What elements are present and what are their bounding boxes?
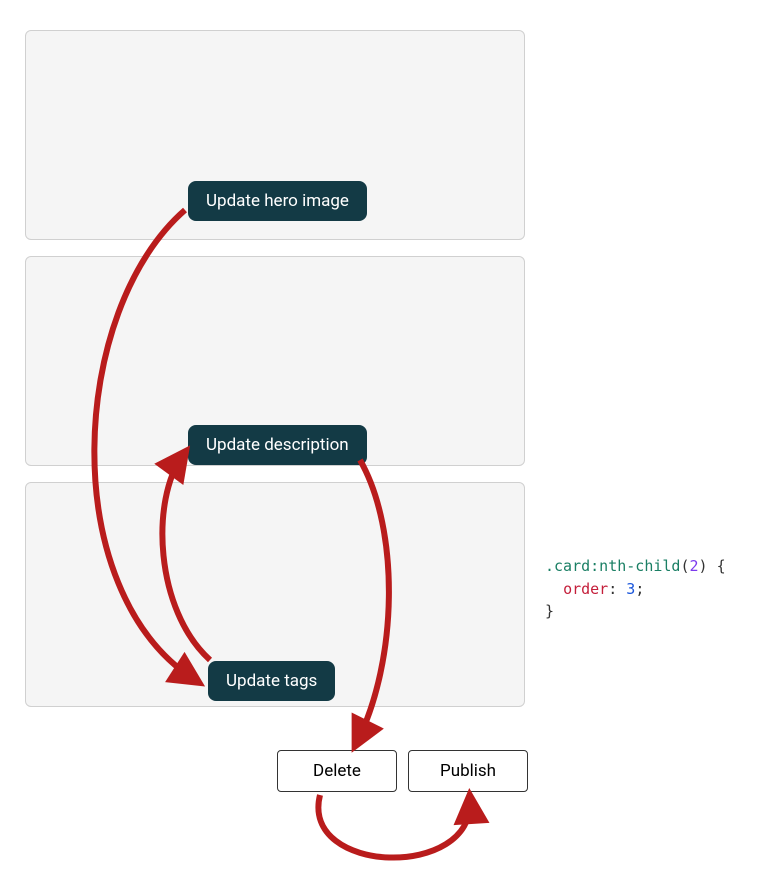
- code-selector-class: .card: [545, 557, 590, 575]
- card-label-hero-image: Update hero image: [188, 181, 367, 221]
- arrow-delete-to-publish: [318, 795, 470, 858]
- publish-button-label: Publish: [440, 761, 496, 781]
- code-semicolon: ;: [635, 580, 644, 598]
- css-code-snippet: .card:nth-child(2) { order: 3; }: [545, 555, 726, 623]
- code-colon: :: [608, 580, 617, 598]
- publish-button[interactable]: Publish: [408, 750, 528, 792]
- card-label-description: Update description: [188, 425, 367, 465]
- code-paren-open: (: [680, 557, 689, 575]
- card-label-tags: Update tags: [208, 661, 335, 701]
- code-paren-close: ): [699, 557, 708, 575]
- code-brace-open: {: [717, 557, 726, 575]
- code-value: 3: [626, 580, 635, 598]
- code-property: order: [563, 580, 608, 598]
- code-selector-pseudo: :nth-child: [590, 557, 680, 575]
- card-label-text: Update tags: [226, 671, 317, 691]
- delete-button-label: Delete: [313, 761, 361, 781]
- card-label-text: Update description: [206, 435, 349, 455]
- code-selector-arg: 2: [690, 557, 699, 575]
- delete-button[interactable]: Delete: [277, 750, 397, 792]
- card-label-text: Update hero image: [206, 191, 349, 211]
- code-brace-close: }: [545, 602, 554, 620]
